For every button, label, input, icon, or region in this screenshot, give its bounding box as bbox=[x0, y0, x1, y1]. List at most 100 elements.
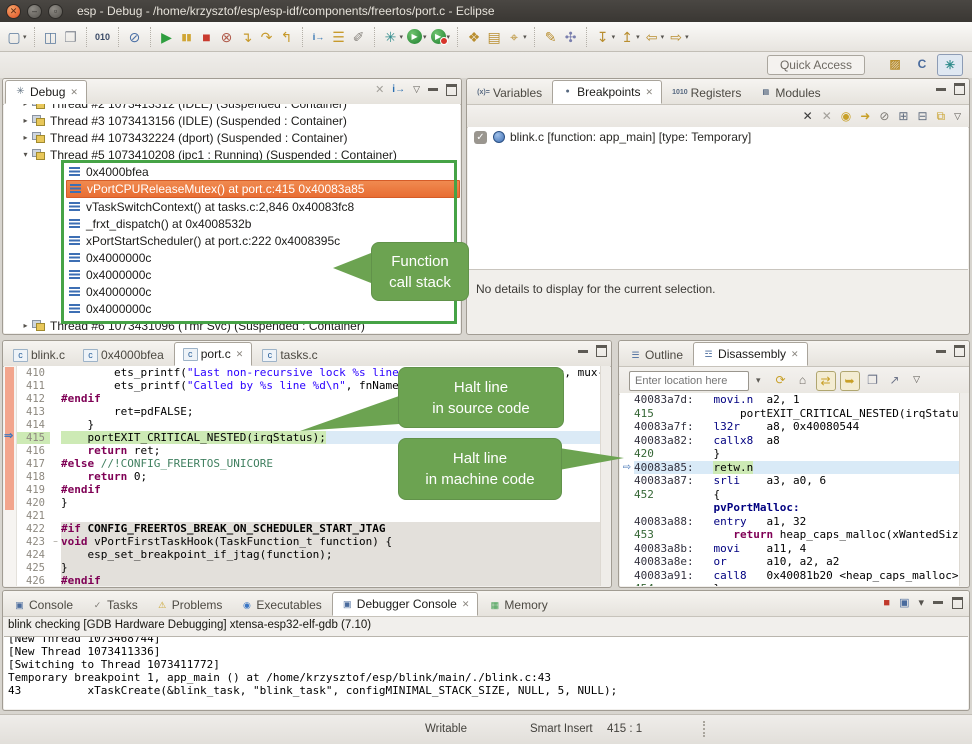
remove-breakpoint-icon[interactable]: ✕ bbox=[803, 109, 813, 123]
code-line[interactable]: 421 bbox=[17, 509, 610, 522]
disassembly-row[interactable]: 40083a8e: or a10, a2, a2 bbox=[620, 555, 968, 569]
tab-disassembly[interactable]: ☲Disassembly✕ bbox=[693, 342, 808, 366]
back-button[interactable]: ⇦▾ bbox=[642, 26, 667, 48]
remove-all-breakpoints-icon[interactable]: ✕ bbox=[822, 109, 832, 123]
dropdown-caret-icon[interactable]: ▾ bbox=[523, 33, 527, 41]
suspend-button[interactable]: ▮▮ bbox=[177, 26, 197, 48]
save-button[interactable]: ◫ bbox=[41, 26, 61, 48]
open-perspective-button[interactable]: ▨ bbox=[883, 54, 907, 74]
dropdown-caret-icon[interactable]: ▾ bbox=[685, 33, 689, 41]
code-line[interactable]: 424 esp_set_breakpoint_if_jtag(function)… bbox=[17, 548, 610, 561]
disassembly-row[interactable]: 454 } bbox=[620, 582, 968, 586]
last-edit-location-button[interactable]: ↧▾ bbox=[593, 26, 618, 48]
tree-expander-icon[interactable]: ▸ bbox=[20, 133, 31, 142]
skip-all-breakpoints-icon[interactable]: ⊘ bbox=[879, 109, 889, 123]
minimize-icon[interactable] bbox=[578, 350, 588, 353]
window-minimize-icon[interactable]: – bbox=[27, 4, 42, 19]
tab-console[interactable]: ▣Console bbox=[5, 594, 81, 616]
console-menu-caret-icon[interactable]: ▾ bbox=[918, 596, 924, 609]
sync-with-stack-icon[interactable]: ⇄ bbox=[816, 371, 836, 391]
mark-occurrences-button[interactable]: ✎ bbox=[541, 26, 561, 48]
minimize-icon[interactable] bbox=[936, 88, 946, 91]
tab-tasksc[interactable]: ctasks.c bbox=[254, 344, 325, 366]
tree-expander-icon[interactable]: ▸ bbox=[20, 321, 31, 330]
maximize-icon[interactable] bbox=[954, 345, 965, 357]
window-close-icon[interactable]: ✕ bbox=[6, 4, 21, 19]
tab-problems[interactable]: ⚠Problems bbox=[148, 594, 231, 616]
terminate-button[interactable]: ■ bbox=[197, 26, 217, 48]
disassembly-row[interactable]: 40083a7f: l32r a8, 0x40080544 bbox=[620, 420, 968, 434]
maximize-icon[interactable] bbox=[446, 84, 457, 96]
home-icon[interactable]: ⌂ bbox=[794, 371, 812, 389]
dropdown-caret-icon[interactable]: ▾ bbox=[661, 33, 665, 41]
maximize-icon[interactable] bbox=[952, 597, 963, 609]
tab-breakpoints[interactable]: ●Breakpoints✕ bbox=[552, 80, 662, 104]
minimize-icon[interactable] bbox=[428, 88, 438, 91]
disassembly-row[interactable]: 40083a82: callx8 a8 bbox=[620, 434, 968, 448]
search-button[interactable]: ⌖▾ bbox=[504, 26, 529, 48]
tab-debugger-console[interactable]: ▣Debugger Console✕ bbox=[332, 592, 479, 616]
disconnect-button[interactable]: ⊗ bbox=[217, 26, 237, 48]
view-menu-icon[interactable]: ▽ bbox=[908, 371, 926, 389]
step-into-button[interactable]: ↴ bbox=[237, 26, 257, 48]
code-line[interactable]: 426#endif bbox=[17, 574, 610, 586]
link-with-debug-icon[interactable]: ⧉ bbox=[937, 109, 946, 124]
tree-expander-icon[interactable]: ▾ bbox=[20, 150, 31, 159]
tab-0x4000bfea[interactable]: c0x4000bfea bbox=[75, 344, 172, 366]
disassembly-row[interactable]: 40083a8b: movi a11, 4 bbox=[620, 542, 968, 556]
view-menu-icon[interactable]: ▽ bbox=[954, 111, 961, 122]
disassembly-row[interactable]: 40083a7d: movi.n a2, 1 bbox=[620, 393, 968, 407]
instruction-stepping-button[interactable]: i→ bbox=[309, 26, 329, 48]
tab-executables[interactable]: ◉Executables bbox=[232, 594, 329, 616]
disassembly-row[interactable]: 415 portEXIT_CRITICAL_NESTED(irqStatus) bbox=[620, 407, 968, 421]
maximize-icon[interactable] bbox=[596, 345, 607, 357]
disassembly-row[interactable]: 452 { bbox=[620, 488, 968, 502]
code-line[interactable]: 422#if CONFIG_FREERTOS_BREAK_ON_SCHEDULE… bbox=[17, 522, 610, 535]
minimize-icon[interactable] bbox=[933, 601, 943, 604]
tab-variables[interactable]: (x)=Variables bbox=[469, 82, 550, 104]
save-all-button[interactable]: ❐ bbox=[61, 26, 81, 48]
run-button[interactable]: ▶▾ bbox=[405, 26, 429, 48]
skip-all-breakpoints-button[interactable]: ⊘ bbox=[125, 26, 145, 48]
thread-row[interactable]: ▸Thread #4 1073432224 (dport) (Suspended… bbox=[4, 129, 460, 146]
disassembly-row[interactable]: 420 } bbox=[620, 447, 968, 461]
drop-to-frame-button[interactable]: ☰ bbox=[329, 26, 349, 48]
console-output[interactable]: [New Thread 1073468744][New Thread 10734… bbox=[4, 636, 968, 709]
dropdown-caret-icon[interactable]: ▾ bbox=[636, 33, 640, 41]
forward-button[interactable]: ⇨▾ bbox=[666, 26, 691, 48]
code-line[interactable]: 425} bbox=[17, 561, 610, 574]
goto-file-icon[interactable]: ➜ bbox=[860, 109, 870, 123]
dropdown-caret-icon[interactable]: ▾ bbox=[423, 33, 427, 41]
display-console-icon[interactable]: ▣ bbox=[899, 596, 909, 609]
close-icon[interactable]: ✕ bbox=[70, 87, 78, 98]
code-line[interactable]: 423−void vPortFirstTaskHook(TaskFunction… bbox=[17, 535, 610, 548]
disassembly-row[interactable]: 40083a91: call8 0x40081b20 <heap_caps_ma… bbox=[620, 569, 968, 583]
breakpoint-row[interactable]: ✓ blink.c [function: app_main] [type: Te… bbox=[468, 127, 968, 147]
location-input[interactable] bbox=[629, 371, 749, 391]
fold-marker-icon[interactable]: − bbox=[50, 537, 61, 546]
tab-registers[interactable]: 1010Registers bbox=[664, 82, 749, 104]
debug-perspective-button[interactable]: ✳ bbox=[937, 54, 963, 76]
expand-all-icon[interactable]: ⊞ bbox=[898, 109, 908, 123]
dropdown-caret-icon[interactable]: ▾ bbox=[23, 33, 27, 41]
annotations-button[interactable]: ✣ bbox=[561, 26, 581, 48]
dropdown-caret-icon[interactable]: ▾ bbox=[612, 33, 616, 41]
breakpoint-checkbox[interactable]: ✓ bbox=[474, 131, 487, 144]
disassembly-row[interactable]: ⇨40083a85: retw.n bbox=[620, 461, 968, 475]
window-maximize-icon[interactable]: ▫ bbox=[48, 4, 63, 19]
terminate-console-icon[interactable]: ■ bbox=[883, 597, 890, 609]
external-tools-button[interactable]: ▶▾ bbox=[429, 26, 453, 48]
tab-modules[interactable]: ▤Modules bbox=[751, 82, 828, 104]
resume-button[interactable]: ▶ bbox=[157, 26, 177, 48]
disassembly-listing[interactable]: 40083a7d: movi.n a2, 1415 portEXIT_CRITI… bbox=[620, 393, 968, 586]
show-supported-breakpoints-icon[interactable]: ◉ bbox=[841, 109, 851, 123]
tab-blinkc[interactable]: cblink.c bbox=[5, 344, 73, 366]
binary-trace-button[interactable]: 010 bbox=[93, 26, 113, 48]
close-icon[interactable]: ✕ bbox=[236, 349, 244, 360]
disassembly-scrollbar[interactable] bbox=[959, 393, 969, 586]
quick-access-button[interactable]: Quick Access bbox=[767, 55, 865, 75]
close-icon[interactable]: ✕ bbox=[462, 599, 470, 610]
close-icon[interactable]: ✕ bbox=[791, 349, 799, 360]
tree-expander-icon[interactable]: ▸ bbox=[20, 104, 31, 108]
follow-pc-icon[interactable]: ➥ bbox=[840, 371, 860, 391]
